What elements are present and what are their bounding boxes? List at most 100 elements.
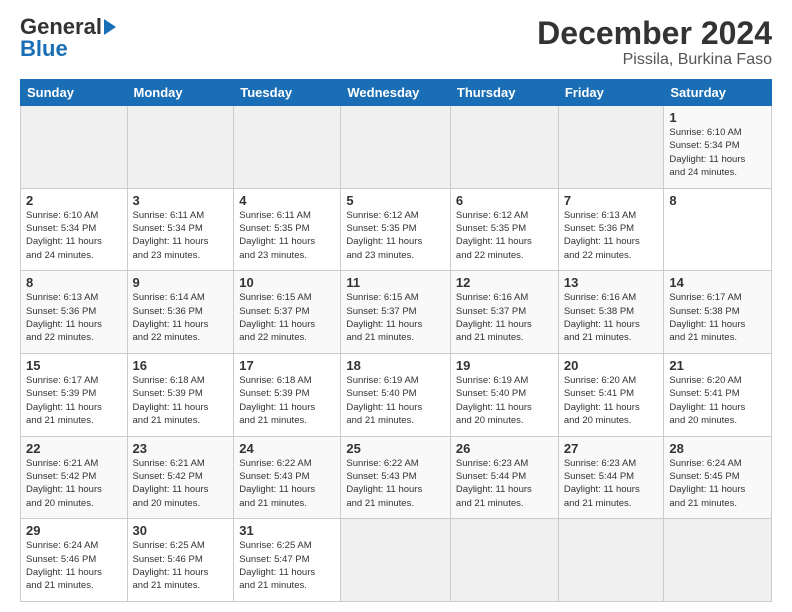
day-info: Sunrise: 6:17 AM Sunset: 5:38 PM Dayligh… bbox=[669, 291, 766, 344]
calendar-week-3: 15Sunrise: 6:17 AM Sunset: 5:39 PM Dayli… bbox=[21, 354, 772, 437]
day-number: 31 bbox=[239, 523, 335, 538]
calendar-cell bbox=[234, 106, 341, 189]
calendar-header-monday: Monday bbox=[127, 80, 234, 106]
calendar-cell bbox=[664, 519, 772, 602]
calendar-cell: 5Sunrise: 6:12 AM Sunset: 5:35 PM Daylig… bbox=[341, 188, 451, 271]
calendar-header-wednesday: Wednesday bbox=[341, 80, 451, 106]
day-number: 27 bbox=[564, 441, 659, 456]
day-number: 2 bbox=[26, 193, 122, 208]
calendar-cell: 1Sunrise: 6:10 AM Sunset: 5:34 PM Daylig… bbox=[664, 106, 772, 189]
day-info: Sunrise: 6:10 AM Sunset: 5:34 PM Dayligh… bbox=[669, 126, 766, 179]
day-info: Sunrise: 6:19 AM Sunset: 5:40 PM Dayligh… bbox=[456, 374, 553, 427]
day-info: Sunrise: 6:20 AM Sunset: 5:41 PM Dayligh… bbox=[564, 374, 659, 427]
logo: General Blue bbox=[20, 16, 116, 60]
day-number: 5 bbox=[346, 193, 445, 208]
day-number: 15 bbox=[26, 358, 122, 373]
calendar-header-row: SundayMondayTuesdayWednesdayThursdayFrid… bbox=[21, 80, 772, 106]
day-number: 8 bbox=[669, 193, 766, 208]
day-info: Sunrise: 6:16 AM Sunset: 5:38 PM Dayligh… bbox=[564, 291, 659, 344]
day-number: 9 bbox=[133, 275, 229, 290]
day-info: Sunrise: 6:20 AM Sunset: 5:41 PM Dayligh… bbox=[669, 374, 766, 427]
calendar-cell: 28Sunrise: 6:24 AM Sunset: 5:45 PM Dayli… bbox=[664, 436, 772, 519]
calendar-cell: 23Sunrise: 6:21 AM Sunset: 5:42 PM Dayli… bbox=[127, 436, 234, 519]
calendar-cell bbox=[558, 519, 664, 602]
day-number: 4 bbox=[239, 193, 335, 208]
day-number: 28 bbox=[669, 441, 766, 456]
day-info: Sunrise: 6:16 AM Sunset: 5:37 PM Dayligh… bbox=[456, 291, 553, 344]
calendar-cell: 13Sunrise: 6:16 AM Sunset: 5:38 PM Dayli… bbox=[558, 271, 664, 354]
calendar-cell: 17Sunrise: 6:18 AM Sunset: 5:39 PM Dayli… bbox=[234, 354, 341, 437]
day-info: Sunrise: 6:10 AM Sunset: 5:34 PM Dayligh… bbox=[26, 209, 122, 262]
day-info: Sunrise: 6:24 AM Sunset: 5:45 PM Dayligh… bbox=[669, 457, 766, 510]
day-info: Sunrise: 6:21 AM Sunset: 5:42 PM Dayligh… bbox=[133, 457, 229, 510]
calendar-week-0: 1Sunrise: 6:10 AM Sunset: 5:34 PM Daylig… bbox=[21, 106, 772, 189]
calendar-cell: 15Sunrise: 6:17 AM Sunset: 5:39 PM Dayli… bbox=[21, 354, 128, 437]
day-info: Sunrise: 6:19 AM Sunset: 5:40 PM Dayligh… bbox=[346, 374, 445, 427]
day-number: 20 bbox=[564, 358, 659, 373]
page-subtitle: Pissila, Burkina Faso bbox=[537, 51, 772, 69]
title-block: December 2024 Pissila, Burkina Faso bbox=[537, 16, 772, 69]
calendar-cell: 16Sunrise: 6:18 AM Sunset: 5:39 PM Dayli… bbox=[127, 354, 234, 437]
calendar-cell bbox=[450, 519, 558, 602]
day-number: 26 bbox=[456, 441, 553, 456]
logo-general-text: General bbox=[20, 16, 102, 38]
day-number: 25 bbox=[346, 441, 445, 456]
day-number: 30 bbox=[133, 523, 229, 538]
calendar-cell: 8 bbox=[664, 188, 772, 271]
day-info: Sunrise: 6:13 AM Sunset: 5:36 PM Dayligh… bbox=[564, 209, 659, 262]
day-number: 29 bbox=[26, 523, 122, 538]
calendar-cell bbox=[341, 519, 451, 602]
day-info: Sunrise: 6:21 AM Sunset: 5:42 PM Dayligh… bbox=[26, 457, 122, 510]
day-info: Sunrise: 6:18 AM Sunset: 5:39 PM Dayligh… bbox=[133, 374, 229, 427]
calendar-cell: 31Sunrise: 6:25 AM Sunset: 5:47 PM Dayli… bbox=[234, 519, 341, 602]
day-number: 17 bbox=[239, 358, 335, 373]
calendar-header-friday: Friday bbox=[558, 80, 664, 106]
day-number: 13 bbox=[564, 275, 659, 290]
calendar-week-2: 8Sunrise: 6:13 AM Sunset: 5:36 PM Daylig… bbox=[21, 271, 772, 354]
calendar-cell: 22Sunrise: 6:21 AM Sunset: 5:42 PM Dayli… bbox=[21, 436, 128, 519]
day-number: 10 bbox=[239, 275, 335, 290]
day-number: 21 bbox=[669, 358, 766, 373]
calendar-cell: 3Sunrise: 6:11 AM Sunset: 5:34 PM Daylig… bbox=[127, 188, 234, 271]
calendar-header-sunday: Sunday bbox=[21, 80, 128, 106]
day-info: Sunrise: 6:25 AM Sunset: 5:47 PM Dayligh… bbox=[239, 539, 335, 592]
calendar-cell: 29Sunrise: 6:24 AM Sunset: 5:46 PM Dayli… bbox=[21, 519, 128, 602]
calendar-cell bbox=[450, 106, 558, 189]
day-info: Sunrise: 6:15 AM Sunset: 5:37 PM Dayligh… bbox=[239, 291, 335, 344]
calendar-cell: 6Sunrise: 6:12 AM Sunset: 5:35 PM Daylig… bbox=[450, 188, 558, 271]
day-info: Sunrise: 6:17 AM Sunset: 5:39 PM Dayligh… bbox=[26, 374, 122, 427]
calendar-cell: 25Sunrise: 6:22 AM Sunset: 5:43 PM Dayli… bbox=[341, 436, 451, 519]
day-info: Sunrise: 6:15 AM Sunset: 5:37 PM Dayligh… bbox=[346, 291, 445, 344]
day-info: Sunrise: 6:12 AM Sunset: 5:35 PM Dayligh… bbox=[346, 209, 445, 262]
calendar-cell: 8Sunrise: 6:13 AM Sunset: 5:36 PM Daylig… bbox=[21, 271, 128, 354]
header: General Blue December 2024 Pissila, Burk… bbox=[20, 16, 772, 69]
calendar-cell: 20Sunrise: 6:20 AM Sunset: 5:41 PM Dayli… bbox=[558, 354, 664, 437]
day-info: Sunrise: 6:14 AM Sunset: 5:36 PM Dayligh… bbox=[133, 291, 229, 344]
day-number: 18 bbox=[346, 358, 445, 373]
day-info: Sunrise: 6:22 AM Sunset: 5:43 PM Dayligh… bbox=[239, 457, 335, 510]
calendar-cell: 9Sunrise: 6:14 AM Sunset: 5:36 PM Daylig… bbox=[127, 271, 234, 354]
calendar-week-1: 2Sunrise: 6:10 AM Sunset: 5:34 PM Daylig… bbox=[21, 188, 772, 271]
calendar-cell: 21Sunrise: 6:20 AM Sunset: 5:41 PM Dayli… bbox=[664, 354, 772, 437]
day-number: 11 bbox=[346, 275, 445, 290]
calendar-header-tuesday: Tuesday bbox=[234, 80, 341, 106]
calendar-week-5: 29Sunrise: 6:24 AM Sunset: 5:46 PM Dayli… bbox=[21, 519, 772, 602]
day-number: 7 bbox=[564, 193, 659, 208]
day-info: Sunrise: 6:25 AM Sunset: 5:46 PM Dayligh… bbox=[133, 539, 229, 592]
calendar: SundayMondayTuesdayWednesdayThursdayFrid… bbox=[20, 79, 772, 602]
calendar-week-4: 22Sunrise: 6:21 AM Sunset: 5:42 PM Dayli… bbox=[21, 436, 772, 519]
calendar-cell: 12Sunrise: 6:16 AM Sunset: 5:37 PM Dayli… bbox=[450, 271, 558, 354]
day-number: 22 bbox=[26, 441, 122, 456]
calendar-cell: 26Sunrise: 6:23 AM Sunset: 5:44 PM Dayli… bbox=[450, 436, 558, 519]
day-info: Sunrise: 6:24 AM Sunset: 5:46 PM Dayligh… bbox=[26, 539, 122, 592]
day-info: Sunrise: 6:23 AM Sunset: 5:44 PM Dayligh… bbox=[456, 457, 553, 510]
day-number: 3 bbox=[133, 193, 229, 208]
page-title: December 2024 bbox=[537, 16, 772, 51]
day-number: 16 bbox=[133, 358, 229, 373]
day-number: 24 bbox=[239, 441, 335, 456]
day-number: 23 bbox=[133, 441, 229, 456]
calendar-cell bbox=[127, 106, 234, 189]
calendar-cell: 11Sunrise: 6:15 AM Sunset: 5:37 PM Dayli… bbox=[341, 271, 451, 354]
calendar-cell bbox=[558, 106, 664, 189]
day-number: 12 bbox=[456, 275, 553, 290]
